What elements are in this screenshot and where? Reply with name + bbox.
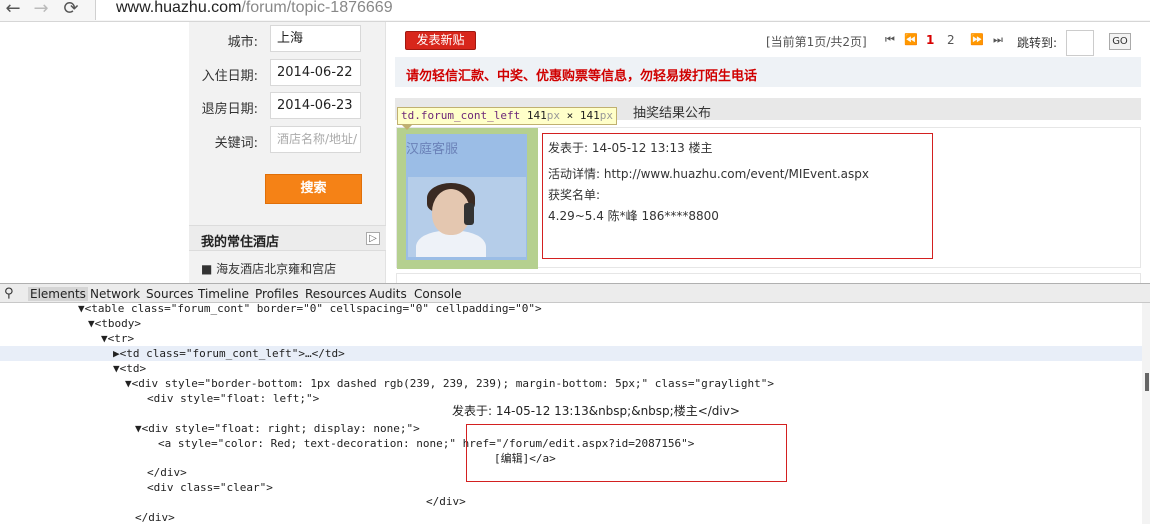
first-page-icon[interactable]: ⏮ bbox=[885, 33, 895, 47]
devtools-tab-bar: ⚲ Elements Network Sources Timeline Prof… bbox=[0, 283, 1150, 303]
dom-node-table[interactable]: ▼<table class="forum_cont" border="0" ce… bbox=[78, 303, 542, 316]
post-time: 发表于: 14-05-12 13:13 楼主 bbox=[548, 141, 713, 155]
topic-title: 抽奖结果公布 bbox=[633, 106, 712, 121]
address-bar[interactable]: www.huazhu.com/forum/topic-1876669 bbox=[95, 0, 1150, 20]
url-text[interactable]: www.huazhu.com/forum/topic-1876669 bbox=[116, 0, 393, 17]
devtools-scrollbar[interactable] bbox=[1142, 303, 1150, 524]
keyword-input[interactable]: 酒店名称/地址/ bbox=[270, 126, 361, 153]
tab-elements[interactable]: Elements bbox=[28, 287, 88, 301]
left-gutter bbox=[0, 22, 188, 283]
warning-text: 请勿轻信汇款、中奖、优惠购票等信息，勿轻易拨打陌生电话 bbox=[406, 69, 758, 84]
edit-link-highlight-box bbox=[466, 424, 787, 482]
favorite-hotel-item[interactable]: ■ 海友酒店北京雍和宫店 bbox=[201, 260, 336, 277]
winners-label: 获奖名单: bbox=[548, 188, 601, 202]
tab-sources[interactable]: Sources bbox=[146, 287, 193, 301]
new-post-button[interactable]: 发表新贴 bbox=[405, 31, 476, 50]
browser-toolbar: ← → ⟳ www.huazhu.com/forum/topic-1876669 bbox=[0, 0, 1150, 22]
tab-console[interactable]: Console bbox=[414, 287, 462, 301]
devtools-scroll-thumb[interactable] bbox=[1145, 373, 1149, 391]
warning-banner: 请勿轻信汇款、中奖、优惠购票等信息，勿轻易拨打陌生电话 bbox=[395, 57, 1141, 87]
element-inspect-tooltip: td.forum_cont_left 141px × 141px bbox=[397, 107, 617, 125]
go-button[interactable]: GO bbox=[1109, 33, 1131, 50]
dom-node-td[interactable]: ▼<td> bbox=[113, 361, 146, 376]
jump-label: 跳转到: bbox=[1017, 36, 1058, 50]
dom-node-td-left[interactable]: ▶<td class="forum_cont_left">…</td> bbox=[113, 346, 345, 361]
elements-tree: ▼<table class="forum_cont" border="0" ce… bbox=[0, 303, 1150, 524]
next-page-icon[interactable]: ⏩ bbox=[970, 33, 984, 46]
favorite-hotels-title: 我的常住酒店 bbox=[201, 235, 280, 250]
dom-node-div-graylight[interactable]: ▼<div style="border-bottom: 1px dashed r… bbox=[125, 376, 774, 391]
dom-node-div-float-right[interactable]: ▼<div style="float: right; display: none… bbox=[135, 421, 420, 436]
tooltip-arrow bbox=[402, 125, 412, 130]
page-info: [当前第1页/共2页] bbox=[766, 35, 867, 49]
tooltip-selector: td.forum_cont_left bbox=[401, 109, 521, 122]
post-row-next bbox=[396, 273, 1141, 283]
reload-icon[interactable]: ⟳ bbox=[60, 0, 82, 20]
page-link-2[interactable]: 2 bbox=[947, 33, 955, 47]
checkin-date-field[interactable]: 2014-06-22 bbox=[270, 59, 361, 86]
dom-close-div-clear[interactable]: </div> bbox=[426, 494, 466, 509]
checkout-date-field[interactable]: 2014-06-23 bbox=[270, 92, 361, 119]
dom-node-div-float-left[interactable]: <div style="float: left;"> bbox=[147, 391, 319, 406]
checkout-label: 退房日期: bbox=[201, 102, 258, 117]
author-avatar bbox=[408, 177, 526, 257]
tooltip-width: 141 bbox=[526, 109, 547, 122]
tab-network[interactable]: Network bbox=[90, 287, 140, 301]
city-label: 城市: bbox=[227, 35, 258, 50]
post-author[interactable]: 汉庭客服 bbox=[406, 138, 458, 157]
page-link-1[interactable]: 1 bbox=[926, 33, 934, 47]
tooltip-height: 141 bbox=[579, 109, 600, 122]
back-arrow-icon[interactable]: ← bbox=[2, 0, 24, 20]
tooltip-times: × bbox=[566, 109, 574, 122]
tab-resources[interactable]: Resources bbox=[305, 287, 366, 301]
previous-page-icon[interactable]: ⏪ bbox=[904, 33, 918, 46]
forward-arrow-icon[interactable]: → bbox=[30, 0, 52, 20]
dom-close-div-graylight[interactable]: </div> bbox=[135, 510, 175, 524]
last-page-icon[interactable]: ⏭ bbox=[993, 33, 1003, 47]
favorite-hotels-header: 我的常住酒店 ▷ bbox=[189, 225, 386, 251]
dom-node-div-clear[interactable]: <div class="clear"> bbox=[147, 480, 273, 495]
city-field[interactable]: 上海 bbox=[270, 25, 361, 52]
search-button[interactable]: 搜索 bbox=[265, 174, 362, 204]
inspect-search-icon[interactable]: ⚲ bbox=[4, 286, 14, 301]
dom-text-post-time[interactable]: 发表于: 14-05-12 13:13&nbsp;&nbsp;楼主</div> bbox=[452, 404, 740, 419]
winner-line: 4.29~5.4 陈*峰 186****8800 bbox=[548, 209, 719, 223]
dom-node-tr[interactable]: ▼<tr> bbox=[101, 331, 134, 346]
expand-icon[interactable]: ▷ bbox=[366, 232, 380, 245]
post-detail-line: 活动详情: http://www.huazhu.com/event/MIEven… bbox=[548, 167, 869, 181]
checkin-label: 入住日期: bbox=[201, 69, 258, 84]
tab-profiles[interactable]: Profiles bbox=[255, 287, 299, 301]
tooltip-width-unit: px bbox=[546, 109, 560, 122]
tab-audits[interactable]: Audits bbox=[369, 287, 407, 301]
tooltip-height-unit: px bbox=[599, 109, 613, 122]
avatar-phone-icon bbox=[464, 203, 474, 225]
dom-close-div[interactable]: </div> bbox=[147, 465, 187, 480]
tab-timeline[interactable]: Timeline bbox=[198, 287, 249, 301]
jump-page-input[interactable] bbox=[1066, 30, 1094, 56]
page-viewport: 城市: 上海 入住日期: 2014-06-22 退房日期: 2014-06-23… bbox=[0, 22, 1150, 283]
dom-node-tbody[interactable]: ▼<tbody> bbox=[88, 316, 141, 331]
keyword-label: 关键词: bbox=[214, 136, 258, 151]
